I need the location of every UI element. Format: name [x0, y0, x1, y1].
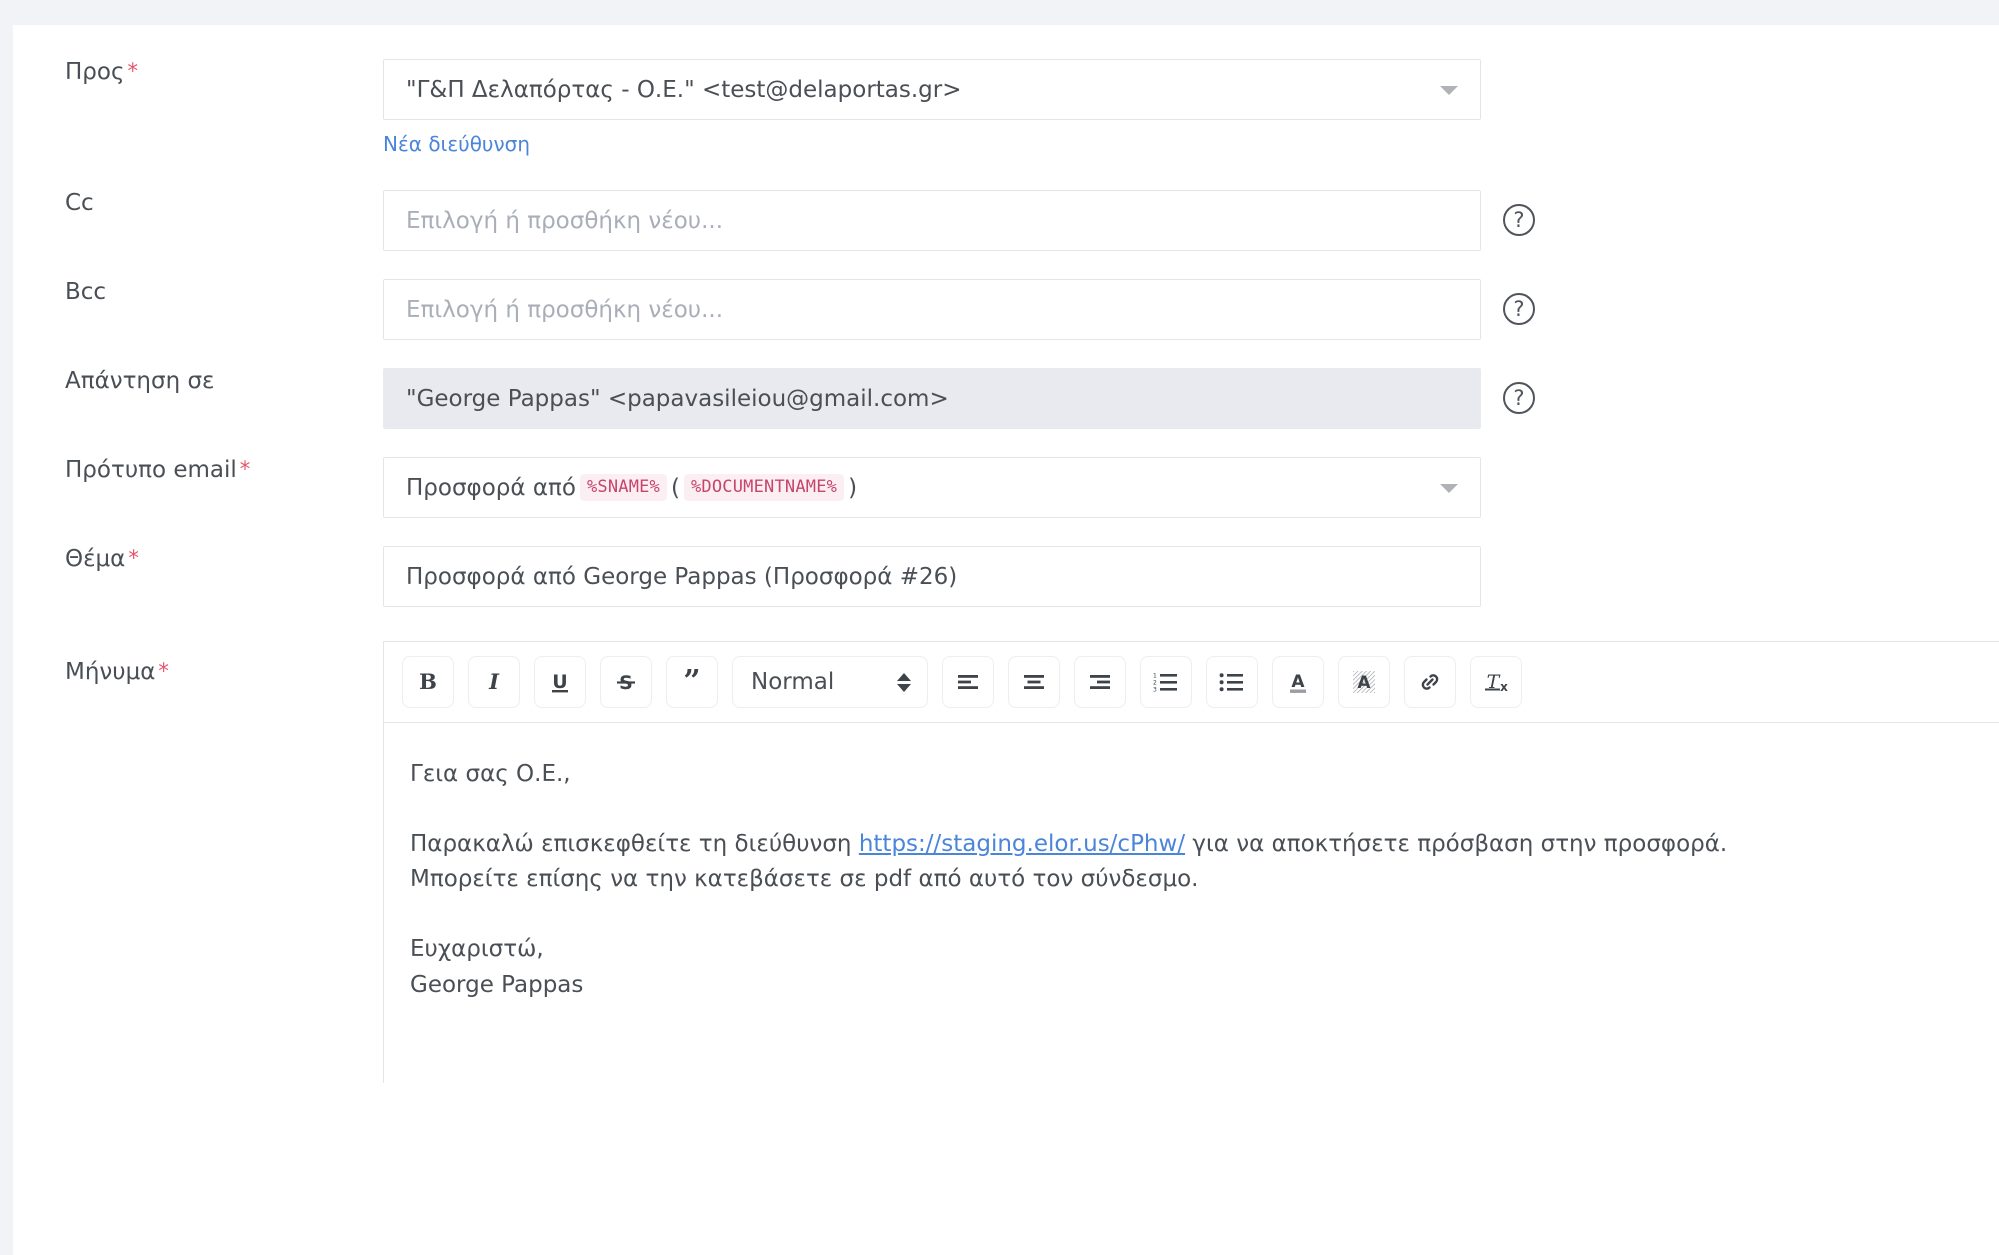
email-template-select[interactable]: Προσφορά από %SNAME% ( %DOCUMENTNAME% ) — [383, 457, 1481, 518]
help-glyph-bcc: ? — [1513, 296, 1525, 321]
svg-text:I: I — [488, 669, 500, 694]
field-row-cc: Cc Επιλογή ή προσθήκη νέου... ? — [13, 190, 1999, 251]
blockquote-button[interactable]: ” — [666, 656, 718, 708]
strikethrough-button[interactable]: S — [600, 656, 652, 708]
new-address-row: Νέα διεύθυνση — [13, 120, 1999, 156]
text-color-button[interactable]: A — [1272, 656, 1324, 708]
align-right-button[interactable] — [1074, 656, 1126, 708]
required-asterisk-subject: * — [128, 546, 139, 570]
label-to: Προς * — [13, 59, 383, 87]
svg-text:U: U — [552, 671, 567, 693]
to-select[interactable]: "Γ&Π Δελαπόρτας - Ο.Ε." <test@delaportas… — [383, 59, 1481, 120]
label-cc: Cc — [13, 190, 383, 218]
template-open-paren: ( — [671, 474, 680, 501]
template-token-documentname: %DOCUMENTNAME% — [683, 474, 845, 501]
reply-to-input: "George Pappas" <papavasileiou@gmail.com… — [383, 368, 1481, 429]
message-para-tail: για να αποκτήσετε πρόσβαση στην προσφορά… — [1185, 830, 1728, 857]
editor-toolbar: B I U S ” Normal 1 2 3 A A T x — [384, 642, 1999, 723]
label-reply-to-text: Απάντηση σε — [65, 368, 215, 394]
message-greeting: Γεια σας Ο.Ε., — [410, 761, 571, 787]
question-mark-icon-cc[interactable]: ? — [1503, 204, 1535, 236]
label-reply-to: Απάντηση σε — [13, 368, 383, 396]
format-select-value: Normal — [751, 669, 835, 695]
field-row-to: Προς * "Γ&Π Δελαπόρτας - Ο.Ε." <test@dela… — [13, 59, 1999, 120]
chevron-down-icon — [1440, 85, 1458, 95]
underline-button[interactable]: U — [534, 656, 586, 708]
message-closing: Ευχαριστώ, — [410, 935, 544, 962]
field-row-reply-to: Απάντηση σε "George Pappas" <papavasilei… — [13, 368, 1999, 429]
message-paragraph-link: Παρακαλώ επισκεφθείτε τη διεύθυνση https… — [410, 827, 1977, 898]
reply-to-value: "George Pappas" <papavasileiou@gmail.com… — [406, 385, 949, 412]
new-address-link[interactable]: Νέα διεύθυνση — [383, 132, 530, 156]
message-signature: George Pappas — [410, 971, 584, 998]
label-cc-text: Cc — [65, 190, 94, 216]
help-glyph-reply-to: ? — [1513, 385, 1525, 410]
subject-input[interactable]: Προσφορά από George Pappas (Προσφορά #26… — [383, 546, 1481, 607]
message-para-pdf: Μπορείτε επίσης να την κατεβάσετε σε pdf… — [410, 866, 1199, 893]
italic-button[interactable]: I — [468, 656, 520, 708]
message-body-editable[interactable]: Γεια σας Ο.Ε., Παρακαλώ επισκεφθείτε τη … — [384, 723, 1999, 1083]
svg-text:”: ” — [683, 669, 700, 695]
subject-value: Προσφορά από George Pappas (Προσφορά #26… — [406, 563, 958, 590]
label-subject: Θέμα * — [13, 546, 383, 574]
svg-text:A: A — [1357, 673, 1371, 693]
svg-text:2: 2 — [1153, 680, 1157, 687]
email-compose-card: Προς * "Γ&Π Δελαπόρτας - Ο.Ε." <test@dela… — [13, 25, 1999, 1255]
label-email-template-text: Πρότυπο email — [65, 457, 237, 483]
field-row-subject: Θέμα * Προσφορά από George Pappas (Προσφο… — [13, 546, 1999, 607]
svg-text:1: 1 — [1153, 673, 1157, 680]
label-bcc: Bcc — [13, 279, 383, 307]
svg-text:B: B — [419, 669, 437, 694]
template-close-paren: ) — [848, 474, 858, 501]
bcc-input[interactable]: Επιλογή ή προσθήκη νέου... — [383, 279, 1481, 340]
field-row-bcc: Bcc Επιλογή ή προσθήκη νέου... ? — [13, 279, 1999, 340]
label-subject-text: Θέμα — [65, 546, 126, 572]
svg-text:A: A — [1291, 672, 1305, 692]
label-message-text: Μήνυμα — [65, 659, 156, 685]
background-color-button[interactable]: A — [1338, 656, 1390, 708]
to-value: "Γ&Π Δελαπόρτας - Ο.Ε." <test@delaportas… — [406, 76, 962, 103]
bullet-list-button[interactable] — [1206, 656, 1258, 708]
message-para-lead: Παρακαλώ επισκεφθείτε τη διεύθυνση — [410, 830, 859, 857]
required-asterisk-to: * — [127, 59, 138, 83]
svg-text:x: x — [1500, 680, 1508, 694]
question-mark-icon-bcc[interactable]: ? — [1503, 293, 1535, 325]
format-select[interactable]: Normal — [732, 656, 928, 708]
cc-input[interactable]: Επιλογή ή προσθήκη νέου... — [383, 190, 1481, 251]
clear-formatting-button[interactable]: T x — [1470, 656, 1522, 708]
required-asterisk-message: * — [158, 659, 169, 683]
rich-text-editor: B I U S ” Normal 1 2 3 A A T x Γεια σας … — [383, 641, 1999, 1083]
template-token-sname: %SNAME% — [579, 474, 667, 501]
label-email-template: Πρότυπο email * — [13, 457, 383, 485]
field-row-message: Μήνυμα * B I U S ” Normal 1 2 3 A A T x … — [13, 641, 1999, 1083]
email-template-prefix: Προσφορά από — [406, 474, 576, 501]
chevron-down-icon-template — [1440, 483, 1458, 493]
svg-text:3: 3 — [1153, 687, 1157, 694]
align-left-button[interactable] — [942, 656, 994, 708]
cc-placeholder: Επιλογή ή προσθήκη νέου... — [406, 207, 724, 234]
ordered-list-button[interactable]: 1 2 3 — [1140, 656, 1192, 708]
help-glyph-cc: ? — [1513, 207, 1525, 232]
field-row-email-template: Πρότυπο email * Προσφορά από %SNAME% ( %D… — [13, 457, 1999, 518]
insert-link-button[interactable] — [1404, 656, 1456, 708]
page-root: Προς * "Γ&Π Δελαπόρτας - Ο.Ε." <test@dela… — [0, 0, 1999, 1255]
align-center-button[interactable] — [1008, 656, 1060, 708]
question-mark-icon-reply-to[interactable]: ? — [1503, 382, 1535, 414]
stepper-arrows-icon — [897, 672, 911, 692]
label-message: Μήνυμα * — [13, 641, 383, 687]
label-bcc-text: Bcc — [65, 279, 107, 305]
offer-url-link[interactable]: https://staging.elor.us/cPhw/ — [859, 831, 1185, 857]
label-to-text: Προς — [65, 59, 125, 85]
bold-button[interactable]: B — [402, 656, 454, 708]
required-asterisk-email-template: * — [239, 457, 251, 481]
email-compose-form: Προς * "Γ&Π Δελαπόρτας - Ο.Ε." <test@dela… — [13, 25, 1999, 1083]
bcc-placeholder: Επιλογή ή προσθήκη νέου... — [406, 296, 724, 323]
